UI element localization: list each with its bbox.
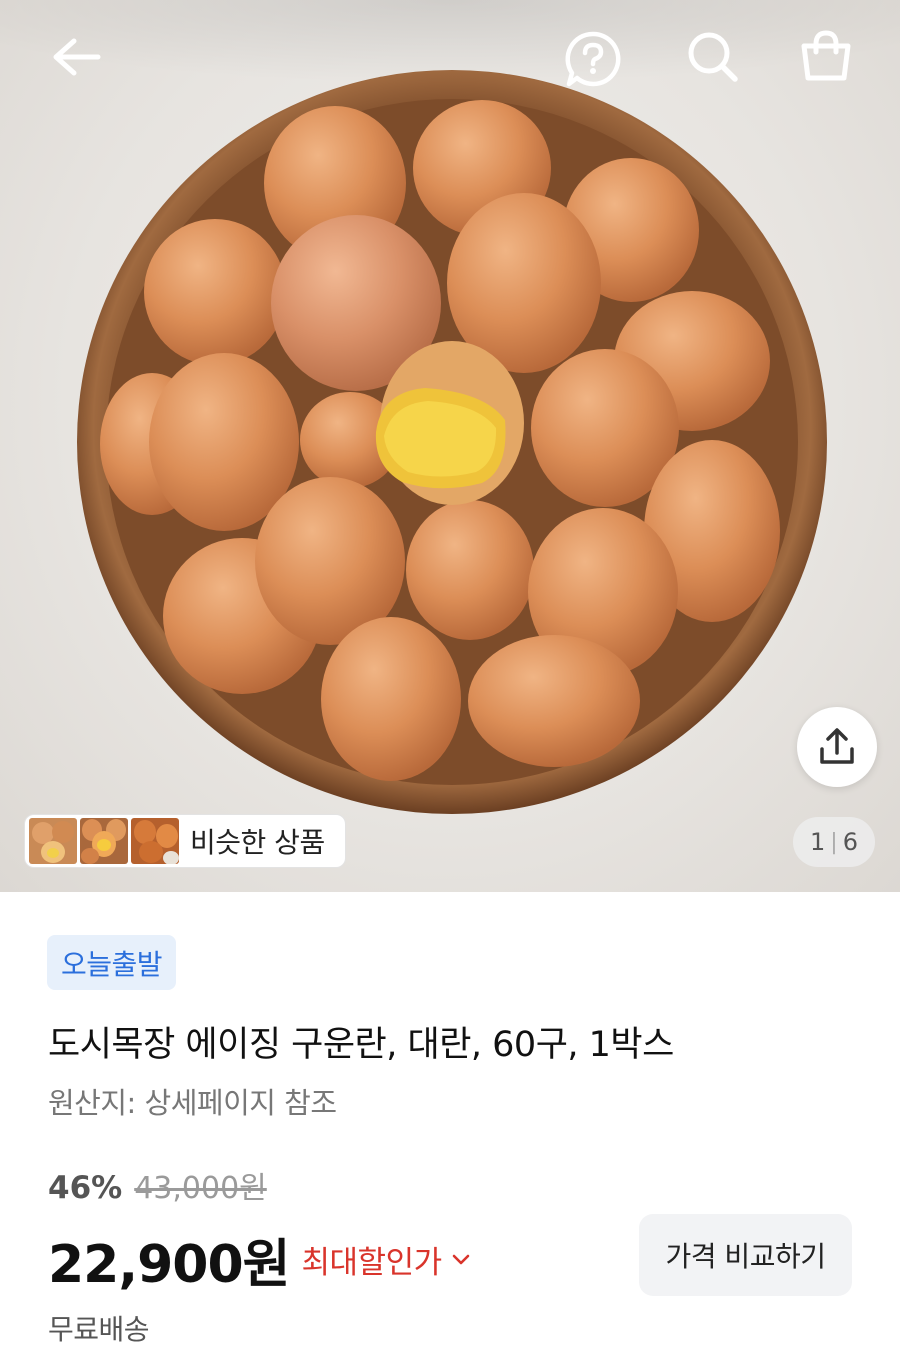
image-counter: 1 | 6 [793, 817, 875, 867]
product-image-gallery[interactable]: 비슷한 상품 1 | 6 [0, 0, 900, 892]
back-arrow-icon[interactable] [40, 21, 112, 93]
today-shipping-badge: 오늘출발 [47, 935, 177, 990]
max-discount-dropdown[interactable]: 최대할인가 [302, 1237, 470, 1282]
current-image-index: 1 [810, 828, 826, 856]
cart-icon[interactable] [790, 20, 862, 92]
similar-product-thumbnail [29, 818, 77, 864]
discount-row: 46% 43,000원 [48, 1163, 267, 1207]
similar-products-label: 비슷한 상품 [190, 826, 325, 859]
top-navigation-bar [0, 0, 900, 120]
discount-rate: 46% [48, 1170, 123, 1206]
counter-separator: | [830, 829, 838, 855]
sale-price: 22,900원 [48, 1235, 291, 1295]
help-icon[interactable] [557, 23, 629, 95]
search-icon[interactable] [677, 21, 749, 93]
origin-info: 원산지: 상세페이지 참조 [48, 1086, 337, 1120]
similar-products-button[interactable]: 비슷한 상품 [24, 814, 346, 868]
chevron-down-icon [452, 1254, 469, 1264]
max-discount-label: 최대할인가 [301, 1245, 443, 1281]
share-button[interactable] [797, 707, 877, 787]
share-icon [820, 728, 854, 764]
price-compare-button[interactable]: 가격 비교하기 [639, 1214, 852, 1296]
similar-product-thumbnail [131, 818, 179, 864]
product-photo [0, 0, 900, 814]
price-row: 22,900원 최대할인가 [48, 1222, 470, 1297]
original-price: 43,000원 [134, 1171, 267, 1206]
similar-product-thumbnail [80, 818, 128, 864]
product-title: 도시목장 에이징 구운란, 대란, 60구, 1박스 [48, 1025, 674, 1065]
shipping-info: 무료배송 [48, 1313, 150, 1346]
total-images: 6 [842, 828, 858, 856]
